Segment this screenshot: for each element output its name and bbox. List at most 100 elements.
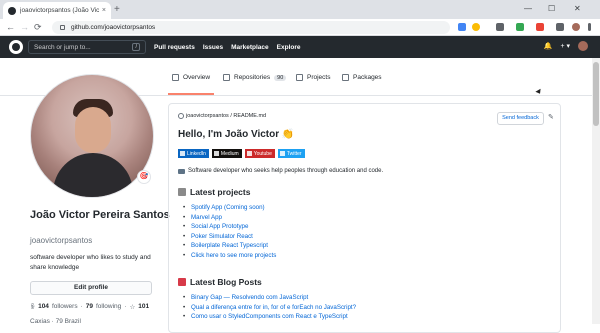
followers-count[interactable]: 104 <box>38 303 49 310</box>
linkedin-icon <box>180 151 185 156</box>
list-item[interactable]: Click here to see more projects <box>183 251 276 261</box>
nav-pull-requests[interactable]: Pull requests <box>154 44 195 51</box>
nav-explore[interactable]: Explore <box>277 44 301 51</box>
avatar-suit <box>53 153 133 197</box>
readme-card: joaovictorpsantos / README.md Send feedb… <box>168 103 561 333</box>
address-bar[interactable]: github.com/joaovictorpsantos <box>52 21 450 34</box>
followers-label[interactable]: followers <box>52 303 78 310</box>
repo-icon <box>223 74 230 81</box>
list-item[interactable]: Binary Gap — Resolvendo com JavaScript <box>183 293 356 303</box>
forward-button[interactable]: → <box>20 21 29 34</box>
status-emoji-icon[interactable]: 🎯 <box>137 170 151 184</box>
edit-pencil-icon[interactable]: ✎ <box>548 113 554 121</box>
list-item[interactable]: Poker Simulator React <box>183 232 276 242</box>
back-button[interactable]: ← <box>6 21 15 34</box>
blog-list: Binary Gap — Resolvendo com JavaScript Q… <box>183 293 356 322</box>
tab-projects[interactable]: Projects <box>296 74 330 81</box>
minimize-button[interactable]: — <box>524 2 532 16</box>
stars-count[interactable]: 101 <box>138 303 149 310</box>
github-logo-icon[interactable] <box>9 40 23 54</box>
chrome-menu-icon[interactable] <box>588 23 591 31</box>
search-input[interactable]: Search or jump to... / <box>28 40 146 54</box>
tab-close-icon[interactable]: × <box>102 7 106 14</box>
profile-login: joaovictorpsantos <box>30 236 93 245</box>
lock-icon <box>60 25 65 30</box>
book-icon <box>172 74 179 81</box>
following-count[interactable]: 79 <box>86 303 93 310</box>
new-tab-button[interactable]: + <box>114 3 120 17</box>
browser-tab[interactable]: joaovictorpsantos (João Victor P... × <box>3 2 111 19</box>
medium-icon <box>213 151 219 156</box>
address-bar-row: ← → ⟳ github.com/joaovictorpsantos <box>0 19 600 36</box>
twitter-badge[interactable]: Twitter <box>277 149 305 158</box>
laptop-icon <box>178 168 185 174</box>
extension-icon[interactable] <box>536 23 544 31</box>
page-scrollbar[interactable] <box>592 58 600 324</box>
tab-packages[interactable]: Packages <box>342 74 382 81</box>
follow-stats: ꆜ 104 followers · 79 following · ☆ 101 <box>30 303 150 311</box>
repositories-count-badge: 90 <box>274 74 287 81</box>
browser-tab-bar: joaovictorpsantos (João Victor P... × + … <box>0 0 600 19</box>
github-header: Search or jump to... / Pull requests Iss… <box>0 36 600 58</box>
list-item[interactable]: Spotify App (Coming soon) <box>183 203 276 213</box>
description-text: Software developer who seeks help people… <box>188 168 384 174</box>
projects-heading: Latest projects <box>178 187 250 197</box>
create-new-dropdown[interactable]: + ▾ <box>560 42 570 50</box>
people-icon: ꆜ <box>30 304 36 311</box>
browser-tab-title: joaovictorpsantos (João Victor P... <box>20 7 99 14</box>
profile-avatar[interactable] <box>30 74 154 198</box>
badge-label: Youtube <box>253 150 272 157</box>
youtube-badge[interactable]: Youtube <box>244 149 275 158</box>
tab-overview[interactable]: Overview <box>172 74 210 81</box>
rocket-icon <box>178 188 186 196</box>
readme-path: joaovictorpsantos / README.md <box>178 113 266 119</box>
active-tab-indicator <box>168 93 214 95</box>
profile-avatar-icon[interactable] <box>572 23 580 31</box>
search-shortcut-key: / <box>132 43 140 51</box>
tab-repositories[interactable]: Repositories 90 <box>223 74 287 81</box>
tab-repositories-label: Repositories <box>234 74 271 81</box>
user-avatar-menu[interactable] <box>578 41 588 51</box>
following-label[interactable]: following <box>96 303 121 310</box>
package-icon <box>342 74 349 81</box>
youtube-icon <box>246 151 252 156</box>
social-badges: LinkedIn Medium Youtube Twitter <box>178 149 305 158</box>
nav-issues[interactable]: Issues <box>203 44 223 51</box>
list-item[interactable]: Qual a diferença entre for in, for of e … <box>183 303 356 313</box>
close-window-button[interactable]: ✕ <box>574 2 581 16</box>
avatar-face <box>75 107 111 153</box>
github-nav: Pull requests Issues Marketplace Explore <box>154 36 301 58</box>
extensions-puzzle-icon[interactable] <box>556 23 564 31</box>
medium-badge[interactable]: Medium <box>211 149 242 158</box>
list-item[interactable]: Marvel App <box>183 213 276 223</box>
nav-marketplace[interactable]: Marketplace <box>231 44 269 51</box>
edit-profile-button[interactable]: Edit profile <box>30 281 152 295</box>
extension-icon[interactable] <box>516 23 524 31</box>
readme-description: Software developer who seeks help people… <box>178 168 383 174</box>
list-item[interactable]: Social App Prototype <box>183 222 276 232</box>
maximize-button[interactable]: ☐ <box>548 2 555 16</box>
blog-heading: Latest Blog Posts <box>178 277 262 287</box>
translate-icon[interactable] <box>458 23 466 31</box>
header-actions: 🔔 + ▾ <box>544 41 588 51</box>
bookmark-star-icon[interactable] <box>472 23 480 31</box>
readme-greeting: Hello, I'm João Victor 👏 <box>178 129 295 140</box>
url-text: github.com/joaovictorpsantos <box>71 24 156 31</box>
tab-packages-label: Packages <box>353 74 382 81</box>
twitter-icon <box>279 151 285 156</box>
extension-icon[interactable] <box>496 23 504 31</box>
badge-label: Twitter <box>286 150 302 157</box>
scrollbar-thumb[interactable] <box>593 62 599 126</box>
search-placeholder: Search or jump to... <box>34 43 91 51</box>
github-favicon-icon <box>8 6 16 15</box>
reload-button[interactable]: ⟳ <box>34 21 42 34</box>
list-item[interactable]: Como usar o StyledComponents com React e… <box>183 312 356 322</box>
star-icon: ☆ <box>129 303 136 311</box>
send-feedback-button[interactable]: Send feedback <box>497 112 544 125</box>
notifications-bell-icon[interactable]: 🔔 <box>544 42 553 50</box>
linkedin-badge[interactable]: LinkedIn <box>178 149 209 158</box>
list-item[interactable]: Boilerplate React Typescript <box>183 241 276 251</box>
readme-path-text[interactable]: joaovictorpsantos / README.md <box>186 113 266 119</box>
projects-heading-text: Latest projects <box>190 187 251 197</box>
profile-name: João Victor Pereira Santos <box>30 209 170 221</box>
